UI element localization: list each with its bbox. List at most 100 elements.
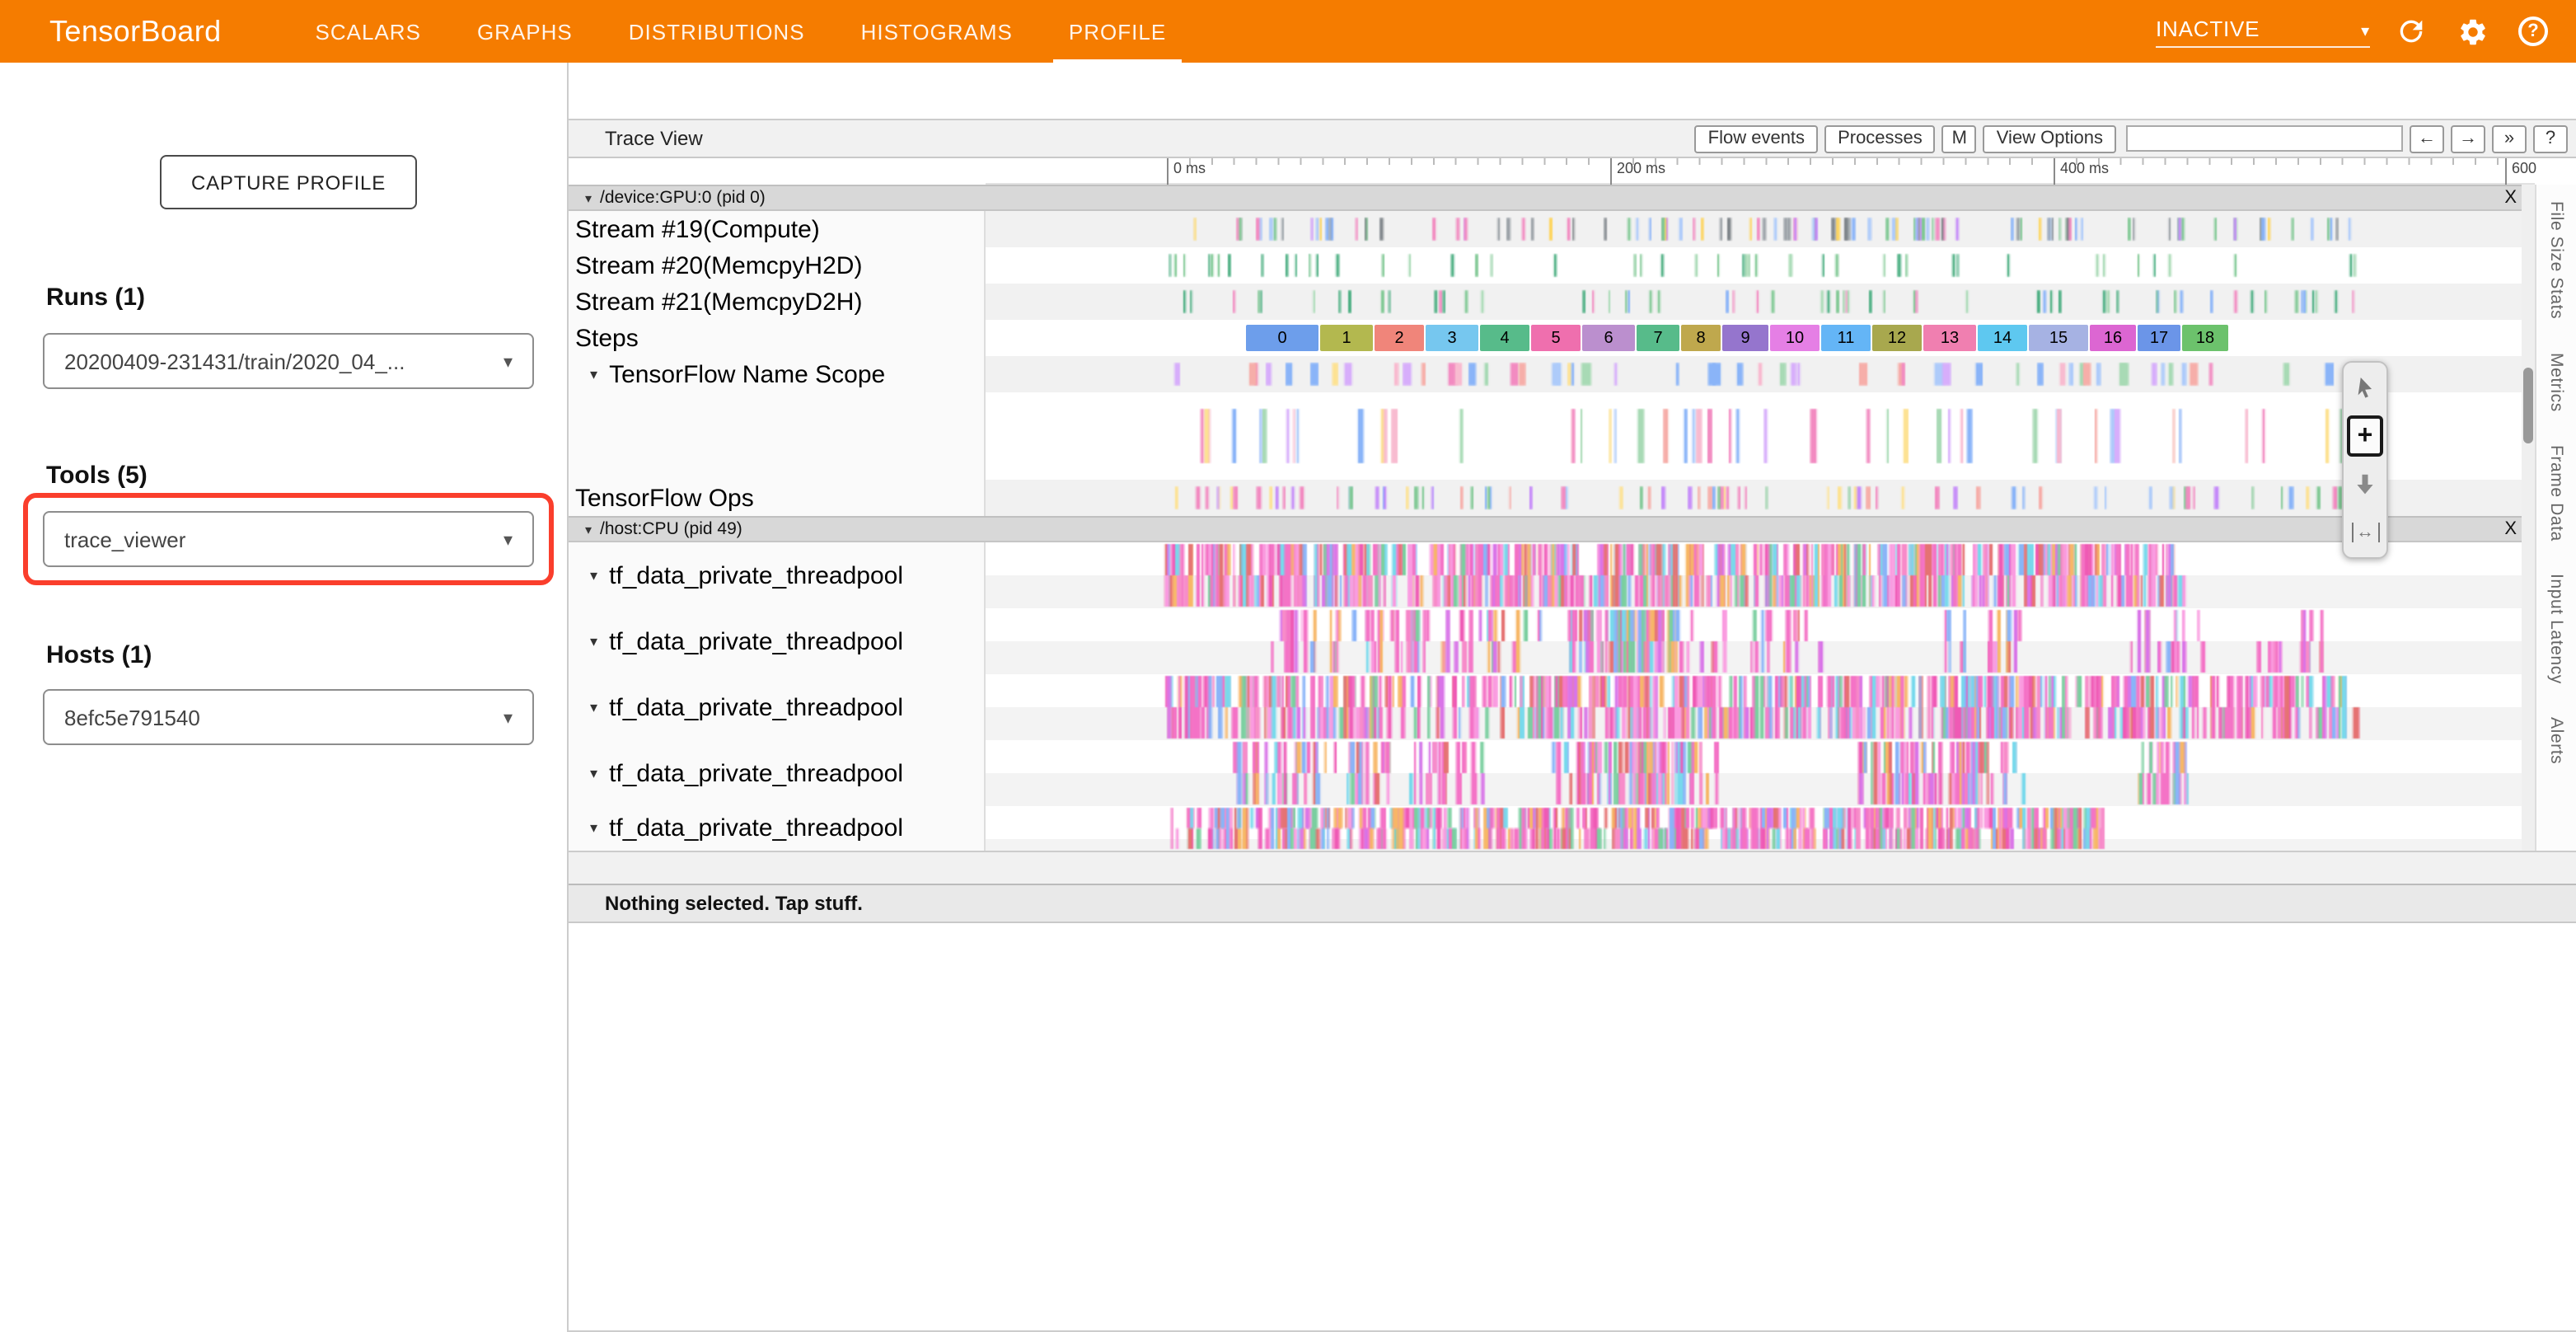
track-label-tensorflow-ops[interactable]: TensorFlow Ops xyxy=(569,480,986,516)
track-label-threadpool[interactable]: ▾tf_data_private_threadpool xyxy=(569,740,986,806)
selection-detail-bar: Nothing selected. Tap stuff. xyxy=(569,884,2576,923)
tab-alerts[interactable]: Alerts xyxy=(2546,717,2566,764)
track-label-stream20[interactable]: Stream #20(MemcpyH2D) xyxy=(569,247,986,284)
header-controls: INACTIVE ▾ ? xyxy=(2156,0,2553,63)
collapse-icon: ▾ xyxy=(590,764,597,782)
trace-track-canvas[interactable] xyxy=(986,284,2535,320)
timing-tool-button[interactable]: ↔ xyxy=(2347,511,2383,552)
steps-track[interactable]: 0123456789101112131415161718 xyxy=(986,320,2535,356)
processes-button[interactable]: Processes xyxy=(1824,124,1936,152)
settings-button[interactable] xyxy=(2452,12,2492,51)
trace-track-canvas[interactable] xyxy=(986,740,2535,806)
step-block[interactable]: 14 xyxy=(1978,325,2027,351)
time-ruler: 0 ms 200 ms 400 ms 600 xyxy=(986,158,2535,185)
cpu-section-header[interactable]: ▾ /host:CPU (pid 49) X xyxy=(569,516,2535,542)
step-block[interactable]: 9 xyxy=(1722,325,1768,351)
tab-graphs[interactable]: GRAPHS xyxy=(449,0,601,63)
status-dropdown[interactable]: INACTIVE ▾ xyxy=(2156,16,2370,47)
track-label-stream21[interactable]: Stream #21(MemcpyD2H) xyxy=(569,284,986,320)
collapse-icon: ▾ xyxy=(590,365,597,383)
collapse-icon: ▾ xyxy=(590,698,597,716)
step-block[interactable]: 3 xyxy=(1426,325,1478,351)
refresh-button[interactable] xyxy=(2391,12,2431,51)
track-row-threadpool-2: ▾tf_data_private_threadpool xyxy=(569,608,2535,674)
step-block[interactable]: 12 xyxy=(1872,325,1922,351)
close-gpu-section-button[interactable]: X xyxy=(2504,188,2517,208)
collapse-icon: ▾ xyxy=(590,566,597,584)
trace-help-button[interactable]: ? xyxy=(2533,124,2568,152)
flow-events-button[interactable]: Flow events xyxy=(1695,124,1818,152)
scrollbar-thumb[interactable] xyxy=(2523,368,2533,443)
track-label-threadpool[interactable]: ▾tf_data_private_threadpool xyxy=(569,608,986,674)
vertical-scrollbar[interactable] xyxy=(2522,185,2535,851)
track-row-threadpool-5: ▾tf_data_private_threadpool xyxy=(569,806,2535,851)
step-block[interactable]: 1 xyxy=(1320,325,1373,351)
trace-track-canvas[interactable] xyxy=(986,542,2535,608)
step-block[interactable]: 7 xyxy=(1637,325,1679,351)
step-block[interactable]: 5 xyxy=(1531,325,1581,351)
horizontal-scroll-strip[interactable] xyxy=(569,851,2576,884)
gpu-section-header[interactable]: ▾ /device:GPU:0 (pid 0) X xyxy=(569,185,2535,211)
step-block[interactable]: 11 xyxy=(1821,325,1871,351)
trace-track-canvas[interactable] xyxy=(986,674,2535,740)
tab-file-size-stats[interactable]: File Size Stats xyxy=(2546,201,2566,319)
step-block[interactable]: 4 xyxy=(1480,325,1529,351)
find-previous-button[interactable]: ← xyxy=(2410,124,2444,152)
find-all-button[interactable]: » xyxy=(2492,124,2527,152)
track-label-threadpool[interactable]: ▾tf_data_private_threadpool xyxy=(569,674,986,740)
hosts-dropdown[interactable]: 8efc5e791540 ▾ xyxy=(43,689,534,745)
step-block[interactable]: 17 xyxy=(2138,325,2180,351)
track-label-steps[interactable]: Steps xyxy=(569,320,986,356)
track-timeline xyxy=(986,542,2535,608)
trace-track-canvas[interactable] xyxy=(986,247,2535,284)
pan-vertical-tool-button[interactable] xyxy=(2347,463,2383,504)
track-row-threadpool-1: ▾tf_data_private_threadpool xyxy=(569,542,2535,608)
tab-input-latency[interactable]: Input Latency xyxy=(2546,574,2566,684)
metadata-button[interactable]: M xyxy=(1942,124,1977,152)
step-block[interactable]: 6 xyxy=(1582,325,1635,351)
tab-frame-data[interactable]: Frame Data xyxy=(2546,444,2566,541)
zoom-tool-button[interactable]: + xyxy=(2347,415,2383,457)
trace-track-canvas[interactable] xyxy=(986,392,2535,480)
view-options-button[interactable]: View Options xyxy=(1984,124,2116,152)
track-row-stream19: Stream #19(Compute) xyxy=(569,211,2535,247)
trace-track-canvas[interactable] xyxy=(986,806,2535,851)
step-block[interactable]: 10 xyxy=(1770,325,1820,351)
help-button[interactable]: ? xyxy=(2513,12,2553,51)
step-block[interactable]: 2 xyxy=(1375,325,1424,351)
track-label-threadpool[interactable]: ▾tf_data_private_threadpool xyxy=(569,806,986,851)
step-block[interactable]: 15 xyxy=(2029,325,2088,351)
trace-track-canvas[interactable] xyxy=(986,211,2535,247)
trace-track-canvas[interactable] xyxy=(986,356,2535,392)
trace-track-canvas[interactable] xyxy=(986,608,2535,674)
track-label-stream19[interactable]: Stream #19(Compute) xyxy=(569,211,986,247)
collapse-icon: ▾ xyxy=(590,819,597,837)
find-next-button[interactable]: → xyxy=(2451,124,2485,152)
track-timeline xyxy=(986,356,2535,392)
capture-profile-button[interactable]: CAPTURE PROFILE xyxy=(160,155,417,209)
ruler-minor-ticks xyxy=(1167,158,2510,165)
tab-profile[interactable]: PROFILE xyxy=(1041,0,1194,63)
step-block[interactable]: 18 xyxy=(2182,325,2228,351)
tools-dropdown[interactable]: trace_viewer ▾ xyxy=(43,511,534,567)
trace-track-canvas[interactable] xyxy=(986,480,2535,516)
tab-distributions[interactable]: DISTRIBUTIONS xyxy=(601,0,833,63)
track-label-threadpool[interactable]: ▾tf_data_private_threadpool xyxy=(569,542,986,608)
selection-tool-button[interactable] xyxy=(2347,368,2383,409)
trace-search-input[interactable] xyxy=(2126,125,2403,152)
runs-dropdown[interactable]: 20200409-231431/train/2020_04_... ▾ xyxy=(43,333,534,389)
step-block[interactable]: 16 xyxy=(2090,325,2136,351)
step-block[interactable]: 13 xyxy=(1923,325,1976,351)
step-block[interactable]: 8 xyxy=(1681,325,1721,351)
tab-metrics[interactable]: Metrics xyxy=(2546,352,2566,411)
trace-view-title: Trace View xyxy=(605,127,703,150)
step-block[interactable]: 0 xyxy=(1246,325,1318,351)
ruler-label: 400 ms xyxy=(2054,158,2109,185)
tab-histograms[interactable]: HISTOGRAMS xyxy=(833,0,1041,63)
track-row-tensorflow-ops: TensorFlow Ops xyxy=(569,480,2535,516)
down-arrow-icon xyxy=(2354,472,2377,495)
close-cpu-section-button[interactable]: X xyxy=(2504,519,2517,539)
track-label-name-scope[interactable]: ▾TensorFlow Name Scope xyxy=(569,356,986,392)
collapse-icon: ▾ xyxy=(590,632,597,650)
tab-scalars[interactable]: SCALARS xyxy=(288,0,449,63)
